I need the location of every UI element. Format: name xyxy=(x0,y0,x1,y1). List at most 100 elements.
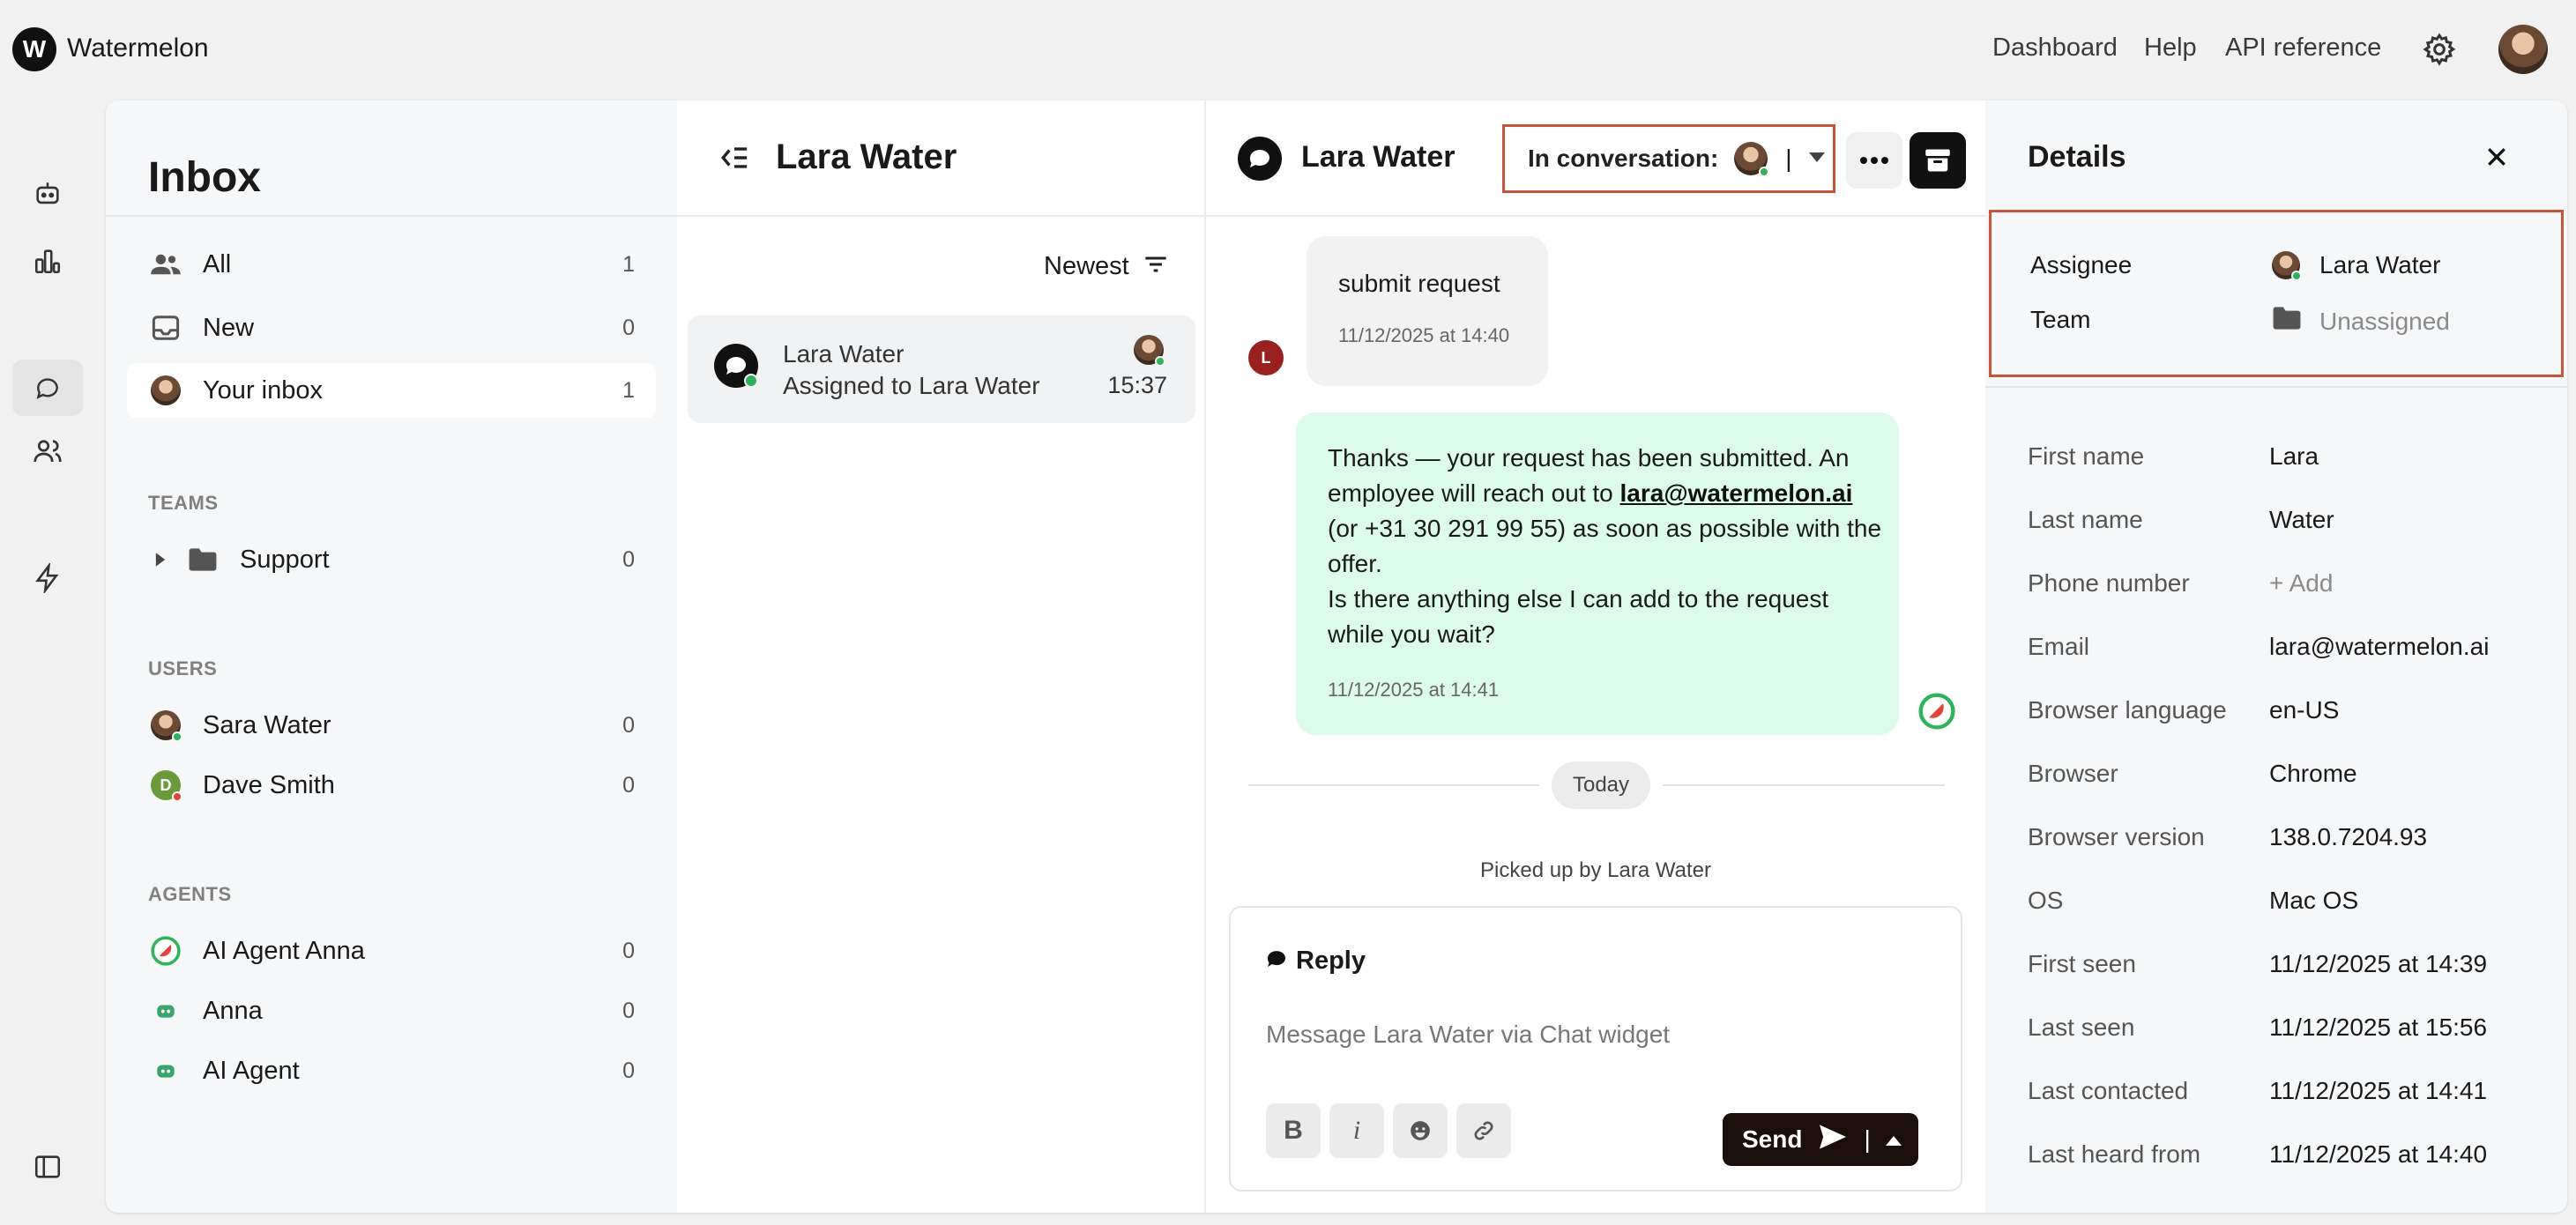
message-input[interactable]: Message Lara Water via Chat widget xyxy=(1266,1021,1670,1049)
detail-value: 11/12/2025 at 14:41 xyxy=(2269,1077,2488,1104)
sort-dropdown[interactable]: Newest xyxy=(1044,252,1168,281)
detail-label: Browser language xyxy=(2028,696,2227,724)
section-heading-teams: TEAMS xyxy=(148,492,219,514)
bot-icon xyxy=(148,1001,183,1021)
sort-icon xyxy=(1143,252,1168,281)
detail-row-browser-language: Browser language en-US xyxy=(2028,696,2557,724)
detail-label: Phone number xyxy=(2028,569,2190,597)
detail-row-last-seen: Last seen 11/12/2025 at 15:56 xyxy=(2028,1013,2557,1042)
contacts-icon[interactable] xyxy=(25,428,71,474)
sidebar-toggle-icon[interactable] xyxy=(25,1144,71,1190)
inbox-item-your-inbox[interactable]: Your inbox 1 xyxy=(127,363,656,418)
detail-value[interactable]: Lara xyxy=(2269,442,2319,471)
chat-widget-icon xyxy=(714,344,758,392)
message-line: (or +31 30 291 99 55) as soon as possibl… xyxy=(1328,515,1882,542)
detail-row-os: OS Mac OS xyxy=(2028,887,2557,915)
logo-icon[interactable]: W xyxy=(12,27,56,71)
agent-item-label: Anna xyxy=(203,996,263,1025)
message-bubble-bot: Thanks — your request has been submitted… xyxy=(1296,412,1899,735)
team-item-support[interactable]: Support 0 xyxy=(127,532,656,587)
chat-widget-icon xyxy=(1238,137,1282,185)
chat-header: Lara Water In conversation: | xyxy=(1206,100,1985,217)
reply-label: Reply xyxy=(1296,947,1366,975)
message-line: Thanks — your request has been submitted… xyxy=(1328,444,1850,471)
agent-item-ai-agent-anna[interactable]: AI Agent Anna 0 xyxy=(127,924,656,978)
detail-row-first-seen: First seen 11/12/2025 at 14:39 xyxy=(2028,950,2557,978)
archive-button[interactable] xyxy=(1910,132,1966,189)
inbox-chat-icon[interactable] xyxy=(12,360,83,416)
divider xyxy=(106,215,677,217)
detail-label: Last contacted xyxy=(2028,1077,2189,1104)
conversation-status-dropdown[interactable]: In conversation: | xyxy=(1502,124,1835,193)
more-options-button[interactable] xyxy=(1846,132,1902,189)
automation-bolt-icon[interactable] xyxy=(25,555,71,601)
detail-value[interactable]: lara@watermelon.ai xyxy=(2269,633,2489,661)
details-title: Details xyxy=(2028,140,2126,174)
sort-label: Newest xyxy=(1044,252,1129,280)
avatar-initial: D xyxy=(160,776,172,794)
emoji-button[interactable] xyxy=(1393,1103,1448,1158)
link-button[interactable] xyxy=(1456,1103,1511,1158)
italic-button[interactable]: i xyxy=(1329,1103,1384,1158)
nav-help[interactable]: Help xyxy=(2144,33,2197,63)
add-phone-button[interactable]: + Add xyxy=(2269,569,2333,598)
team-row[interactable]: Team Unassigned xyxy=(2030,306,2559,337)
avatar xyxy=(1734,142,1770,177)
inbox-sidebar: Inbox All 1 New 0 Your inbox 1 TEAMS Sup… xyxy=(106,100,677,1213)
nav-api-reference[interactable]: API reference xyxy=(2225,33,2381,63)
detail-value: 11/12/2025 at 14:39 xyxy=(2269,950,2488,977)
bold-button[interactable]: B xyxy=(1266,1103,1321,1158)
inbox-item-new[interactable]: New 0 xyxy=(127,301,656,355)
inbox-item-all[interactable]: All 1 xyxy=(127,237,656,292)
avatar xyxy=(148,710,183,742)
detail-value: 11/12/2025 at 14:40 xyxy=(2269,1140,2488,1168)
conversation-time: 15:37 xyxy=(1107,372,1167,398)
user-item-dave-smith[interactable]: D Dave Smith 0 xyxy=(127,758,656,813)
detail-value[interactable]: Water xyxy=(2269,506,2334,534)
close-icon[interactable] xyxy=(2479,139,2514,174)
conversation-name: Lara Water xyxy=(783,340,905,368)
watermelon-icon xyxy=(1918,693,1955,734)
gear-icon[interactable] xyxy=(2422,32,2457,67)
chevron-down-icon[interactable] xyxy=(1808,151,1826,167)
analytics-icon[interactable] xyxy=(25,238,71,284)
nav-dashboard[interactable]: Dashboard xyxy=(1992,33,2118,63)
detail-value: Mac OS xyxy=(2269,887,2359,914)
caret-right-icon[interactable] xyxy=(152,552,169,568)
conversation-item[interactable]: Lara Water Assigned to Lara Water 15:37 xyxy=(688,316,1195,423)
detail-label: Last seen xyxy=(2028,1013,2135,1041)
send-button[interactable]: Send | xyxy=(1723,1113,1918,1166)
assignee-value: Lara Water xyxy=(2319,251,2441,278)
brand-name[interactable]: Watermelon xyxy=(67,33,209,63)
archive-icon xyxy=(1925,149,1950,172)
detail-label: First name xyxy=(2028,442,2145,470)
reply-composer: Reply Message Lara Water via Chat widget… xyxy=(1229,906,1962,1192)
details-header: Details xyxy=(1985,100,2567,206)
agent-item-ai-agent[interactable]: AI Agent 0 xyxy=(127,1043,656,1098)
bot-icon[interactable] xyxy=(25,171,71,217)
team-item-label: Support xyxy=(240,545,330,574)
agent-item-anna[interactable]: Anna 0 xyxy=(127,984,656,1038)
inbox-item-label: Your inbox xyxy=(203,375,323,405)
reply-tab[interactable]: Reply xyxy=(1266,947,1366,976)
conversation-list-title: Lara Water xyxy=(776,137,957,176)
caret-up-icon[interactable] xyxy=(1885,1125,1902,1154)
watermelon-icon xyxy=(148,936,183,966)
detail-label: Last heard from xyxy=(2028,1140,2201,1168)
email-link[interactable]: lara@watermelon.ai xyxy=(1620,479,1853,507)
detail-label: Last name xyxy=(2028,506,2143,533)
message-text: Thanks — your request has been submitted… xyxy=(1328,441,1892,652)
detail-label: First seen xyxy=(2028,950,2136,977)
main-panel: Inbox All 1 New 0 Your inbox 1 TEAMS Sup… xyxy=(106,100,2567,1213)
detail-row-last-name: Last name Water xyxy=(2028,506,2557,534)
assignee-row[interactable]: Assignee Lara Water xyxy=(2030,251,2559,281)
collapse-list-icon[interactable] xyxy=(719,145,749,175)
assignee-avatar xyxy=(1134,335,1165,367)
user-item-count: 0 xyxy=(622,712,635,738)
conversation-list: Lara Water Newest Lara Water Assigned to… xyxy=(677,100,1206,1213)
user-item-sara-water[interactable]: Sara Water 0 xyxy=(127,698,656,753)
user-avatar[interactable] xyxy=(2498,25,2548,74)
agent-item-label: AI Agent Anna xyxy=(203,936,365,965)
chat-panel: Lara Water In conversation: | L submit r… xyxy=(1206,100,1985,1213)
avatar xyxy=(2272,251,2302,281)
